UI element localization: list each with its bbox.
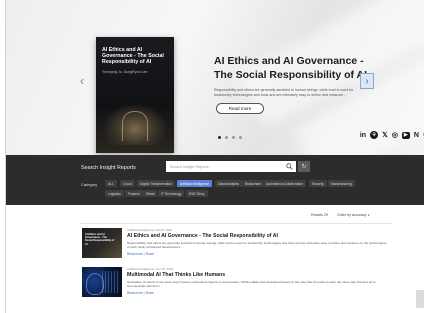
carousel-dot[interactable]	[239, 136, 242, 139]
search-panel-title: Search Insight Reports	[81, 165, 136, 171]
hero-banner: ‹ AI Ethics and AI Governance - The Soci…	[6, 0, 424, 155]
hero-description: Responsibility and ethics are generally …	[214, 88, 354, 97]
carousel-next-arrow-icon[interactable]: ›	[360, 73, 374, 89]
social-links: in ⌾ 𝕏 ◎ ▶ N ≡	[360, 131, 424, 139]
cover-title: AI Ethics and AI Governance - The Social…	[102, 47, 164, 66]
page-frame: ‹ AI Ethics and AI Governance - The Soci…	[5, 0, 424, 313]
instagram-icon[interactable]: ◎	[392, 131, 398, 139]
category-chip-all[interactable]: ALL	[105, 180, 117, 187]
category-chip-esg-story[interactable]: ESG Story	[186, 190, 208, 197]
category-chip-logistics[interactable]: Logistics	[105, 190, 124, 197]
thumbnail-data-lines	[102, 271, 120, 293]
read-more-button[interactable]: Read more	[216, 103, 264, 114]
category-chip-finance[interactable]: Finance	[125, 190, 143, 197]
hero-title: AI Ethics and AI Governance - The Social…	[214, 55, 368, 81]
search-icon[interactable]	[286, 163, 293, 170]
item-title[interactable]: Multimodal AI That Thinks Like Humans	[127, 272, 225, 278]
item-description: Responsibility and ethics are generally …	[127, 241, 387, 250]
item-title[interactable]: AI Ethics and AI Governance - The Social…	[127, 233, 278, 239]
category-chip-retail[interactable]: Retail	[143, 190, 158, 197]
x-twitter-icon[interactable]: 𝕏	[382, 131, 388, 139]
cover-author: Yumyung Ju, SungRyun Lee	[102, 70, 148, 74]
item-meta: Artificial Intelligence | Jun 15, 2022	[127, 267, 174, 271]
category-chip-blockchain[interactable]: Blockchain	[242, 180, 264, 187]
carousel-dot[interactable]	[225, 136, 228, 139]
category-chip-automation-collaboration[interactable]: Automation/Collaboration	[263, 180, 307, 187]
reset-search-button[interactable]: ↻	[298, 161, 310, 172]
category-chip-it-technology[interactable]: IT Technology	[158, 190, 185, 197]
linkedin-icon[interactable]: in	[360, 132, 366, 139]
carousel-prev-arrow-icon[interactable]: ‹	[75, 72, 89, 88]
item-read-more-link[interactable]: Read more | Share	[127, 291, 154, 295]
carousel-dot-active[interactable]	[218, 136, 221, 139]
search-panel: Search Insight Reports ↻ Category ALL Cl…	[6, 155, 424, 205]
category-label: Category	[81, 182, 98, 187]
github-icon[interactable]: ⌾	[370, 131, 379, 139]
naver-icon[interactable]: N	[414, 132, 419, 139]
carousel-dots	[218, 136, 242, 139]
thumbnail-title: AI Ethics and AI Governance - The Social…	[85, 233, 115, 246]
category-chip-manufacturing[interactable]: Manufacturing	[328, 180, 355, 187]
results-count: Results 29	[311, 213, 328, 217]
search-input[interactable]	[166, 161, 296, 172]
sort-dropdown[interactable]: Order by accuracy ∨	[337, 213, 370, 217]
category-chip-data-analytics[interactable]: Data/Analytics	[215, 180, 243, 187]
category-chip-cloud[interactable]: Cloud	[120, 180, 135, 187]
item-description: Nowadays, AI learns in the same way huma…	[127, 280, 376, 289]
youtube-icon[interactable]: ▶	[401, 131, 410, 139]
item-read-more-link[interactable]: Read more | Share	[127, 252, 154, 256]
category-chip-security[interactable]: Security	[309, 180, 327, 187]
category-chip-artificial-intelligence[interactable]: Artificial Intelligence	[177, 180, 213, 187]
item-meta: Artificial Intelligence | Jul 06, 2022	[127, 228, 173, 232]
cover-figure	[122, 111, 148, 141]
divider	[80, 223, 392, 224]
report-cover-image[interactable]: AI Ethics and AI Governance - The Social…	[96, 37, 174, 153]
report-thumbnail[interactable]: AI Ethics and AI Governance - The Social…	[82, 228, 122, 258]
report-thumbnail[interactable]	[82, 267, 122, 297]
side-scroll-handle[interactable]	[416, 290, 424, 308]
carousel-dot[interactable]	[232, 136, 235, 139]
category-chip-digital-transformation[interactable]: Digital Transformation	[137, 180, 176, 187]
